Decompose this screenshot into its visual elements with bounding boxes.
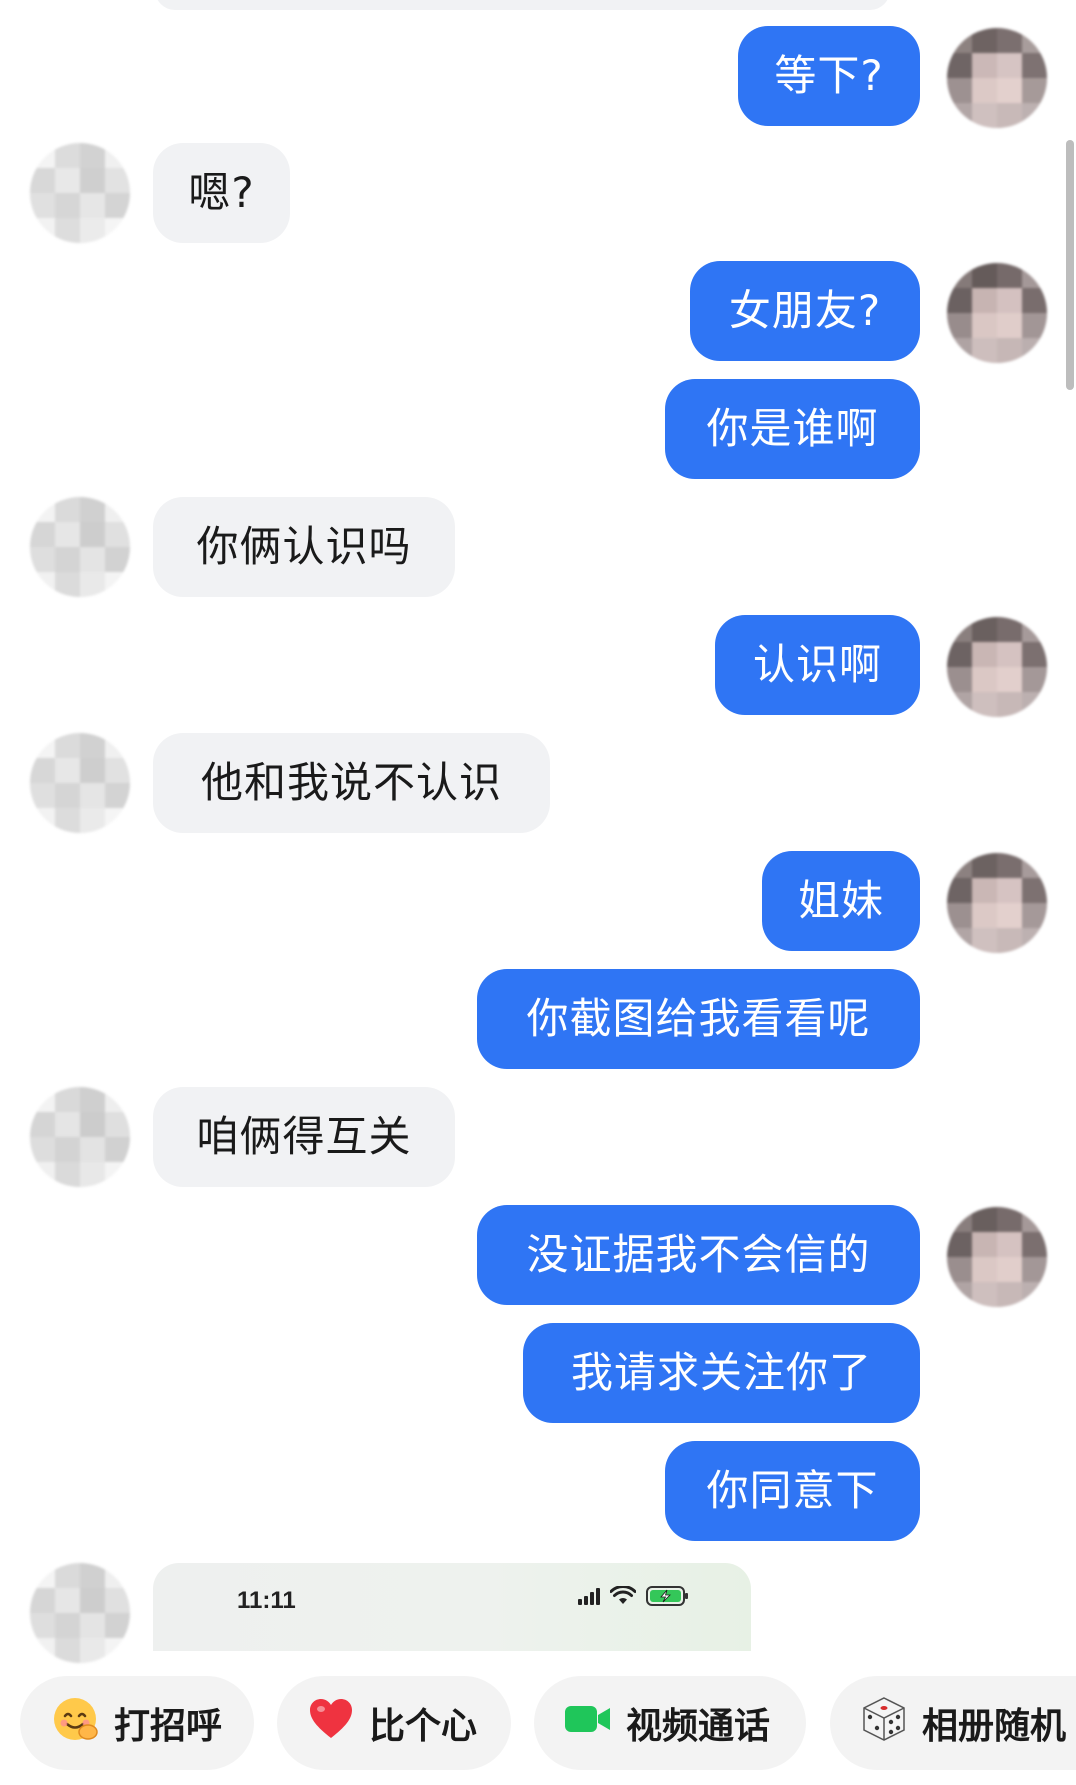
message-bubble-outgoing[interactable]: 姐妹 <box>762 851 920 951</box>
cut-off-message-bubble <box>155 0 890 10</box>
image-message-screenshot[interactable]: 11:11 <box>153 1563 751 1651</box>
message-text: 他和我说不认识 <box>200 758 502 807</box>
chip-label: 比个心 <box>369 1706 478 1747</box>
quick-action-random-album[interactable]: 相册随机 <box>830 1676 1076 1770</box>
quick-action-heart[interactable]: 比个心 <box>277 1676 511 1770</box>
message-text: 女朋友? <box>728 286 882 335</box>
message-bubble-outgoing[interactable]: 我请求关注你了 <box>523 1323 920 1423</box>
message-bubble-outgoing[interactable]: 等下? <box>738 26 920 126</box>
message-bubble-incoming[interactable]: 你俩认识吗 <box>153 497 455 597</box>
cellular-signal-icon <box>578 1587 600 1605</box>
message-bubble-outgoing[interactable]: 女朋友? <box>690 261 920 361</box>
message-text: 姐妹 <box>797 876 884 925</box>
message-text: 认识啊 <box>752 640 882 689</box>
scrollbar[interactable] <box>1066 140 1074 390</box>
message-bubble-incoming[interactable]: 咱俩得互关 <box>153 1087 455 1187</box>
screenshot-time: 11:11 <box>237 1587 296 1614</box>
wifi-icon <box>610 1586 636 1604</box>
message-bubble-outgoing[interactable]: 你同意下 <box>665 1441 920 1541</box>
avatar[interactable] <box>30 497 130 597</box>
dice-icon <box>860 1695 908 1752</box>
heart-icon <box>307 1696 355 1751</box>
chip-label: 相册随机 <box>922 1706 1067 1747</box>
message-text: 没证据我不会信的 <box>526 1230 871 1279</box>
chip-label: 视频通话 <box>626 1706 771 1747</box>
message-text: 我请求关注你了 <box>570 1348 872 1397</box>
message-bubble-incoming[interactable]: 他和我说不认识 <box>153 733 550 833</box>
chip-label: 打招呼 <box>114 1706 223 1747</box>
screenshot-status-icons <box>578 1585 690 1607</box>
avatar[interactable] <box>947 617 1047 717</box>
quick-action-greet[interactable]: 打招呼 <box>20 1676 254 1770</box>
message-text: 你同意下 <box>706 1466 879 1515</box>
message-text: 咱俩得互关 <box>196 1112 412 1161</box>
avatar[interactable] <box>947 263 1047 363</box>
quick-action-video-call[interactable]: 视频通话 <box>534 1676 806 1770</box>
avatar[interactable] <box>30 1087 130 1187</box>
message-text: 嗯? <box>188 168 255 217</box>
avatar[interactable] <box>947 1207 1047 1307</box>
avatar[interactable] <box>30 733 130 833</box>
message-bubble-outgoing[interactable]: 认识啊 <box>715 615 920 715</box>
message-bubble-outgoing[interactable]: 你截图给我看看呢 <box>477 969 920 1069</box>
message-text: 你截图给我看看呢 <box>526 994 871 1043</box>
message-text: 你是谁啊 <box>706 404 879 453</box>
avatar[interactable] <box>947 853 1047 953</box>
wave-emoji-icon <box>50 1694 100 1753</box>
video-camera-icon <box>564 1701 612 1746</box>
message-bubble-incoming[interactable]: 嗯? <box>153 143 290 243</box>
message-text: 你俩认识吗 <box>196 522 412 571</box>
message-text: 等下? <box>774 51 884 100</box>
message-bubble-outgoing[interactable]: 没证据我不会信的 <box>477 1205 920 1305</box>
battery-charging-icon <box>646 1586 688 1606</box>
avatar[interactable] <box>30 1563 130 1663</box>
avatar[interactable] <box>947 28 1047 128</box>
message-bubble-outgoing[interactable]: 你是谁啊 <box>665 379 920 479</box>
avatar[interactable] <box>30 143 130 243</box>
quick-action-bar: 打招呼 比个心 视频通话 相册随机 <box>0 1676 1076 1776</box>
